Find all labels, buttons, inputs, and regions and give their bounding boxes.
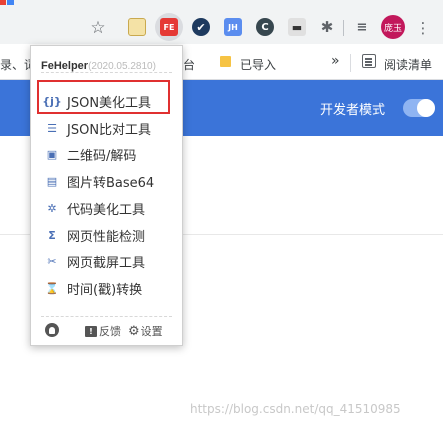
menu-item-label: JSON比对工具 <box>67 122 152 138</box>
menu-item-label: 网页性能检测 <box>67 229 146 245</box>
extension-check-icon[interactable]: ✔ <box>192 18 210 36</box>
feedback-label: 反馈 <box>99 325 121 338</box>
menu-item-label: 代码美化工具 <box>67 202 146 218</box>
extension-c-icon[interactable]: C <box>256 18 274 36</box>
menu-item-label: 时间(戳)转换 <box>67 282 143 298</box>
sigma-icon: Σ <box>48 228 56 242</box>
popup-title-divider <box>41 72 172 73</box>
tab-strip-fragment <box>0 0 14 5</box>
popup-app-name: FeHelper <box>41 60 89 72</box>
settings-label: 设置 <box>140 325 163 338</box>
annotation-highlight-box <box>37 80 170 114</box>
image-icon: ▤ <box>46 174 58 188</box>
browser-menu-icon[interactable]: ⋮ <box>413 18 433 38</box>
media-control-icon[interactable]: ≡ <box>353 18 371 36</box>
gear-small-icon: ✲ <box>47 201 57 215</box>
diff-lines-icon: ☰ <box>47 121 57 135</box>
hourglass-icon: ⌛ <box>45 281 59 295</box>
menu-item-label: 网页截屏工具 <box>67 255 146 271</box>
extension-jh-icon[interactable]: JH <box>224 18 242 36</box>
menu-item-image-base64[interactable]: ▤ 图片转Base64 <box>41 170 178 192</box>
reading-list-button[interactable]: 阅读清单 <box>384 56 432 73</box>
menu-item-code-beautify[interactable]: ✲ 代码美化工具 <box>41 197 178 219</box>
toolbar-divider <box>343 20 344 36</box>
menu-item-json-diff[interactable]: ☰ JSON比对工具 <box>41 117 178 139</box>
settings-link[interactable]: ⚙ 设置 <box>128 323 163 339</box>
bookmarks-more-chevron[interactable]: » <box>331 53 340 69</box>
qrcode-icon: ▣ <box>46 147 58 161</box>
bookmark-folder-imported[interactable]: 已导入 <box>240 56 276 73</box>
developer-mode-label: 开发者模式 <box>320 103 386 118</box>
extensions-puzzle-icon[interactable]: ✱ <box>318 18 336 36</box>
bookmark-item-tai[interactable]: 台 <box>183 56 195 73</box>
popup-version: (2020.05.2810) <box>88 61 156 72</box>
extension-car-icon[interactable]: ▬ <box>288 18 306 36</box>
feedback-icon: ! <box>85 325 97 337</box>
developer-mode-toggle[interactable] <box>403 99 435 117</box>
menu-item-qrcode[interactable]: ▣ 二维码/解码 <box>41 143 178 165</box>
menu-item-label: 二维码/解码 <box>67 148 137 164</box>
browser-toolbar: ☆ FE ✔ JH C ▬ ✱ ≡ 庞玉 ⋮ <box>0 0 443 44</box>
reading-list-icon <box>362 54 376 68</box>
feedback-link[interactable]: ! 反馈 <box>85 323 121 339</box>
extension-yellow-icon[interactable] <box>128 18 146 36</box>
bookmarks-divider <box>350 54 351 72</box>
toggle-knob <box>417 99 435 117</box>
watermark: https://blog.csdn.net/qq_41510985 <box>190 402 401 416</box>
profile-avatar[interactable]: 庞玉 <box>381 15 405 39</box>
menu-item-performance[interactable]: Σ 网页性能检测 <box>41 224 178 246</box>
menu-item-screenshot[interactable]: ✂ 网页截屏工具 <box>41 250 178 272</box>
menu-item-timestamp[interactable]: ⌛ 时间(戳)转换 <box>41 277 178 299</box>
folder-icon <box>220 56 231 67</box>
menu-item-label: 图片转Base64 <box>67 175 155 191</box>
bookmark-star-icon[interactable]: ☆ <box>88 18 108 38</box>
github-icon[interactable] <box>45 323 59 337</box>
popup-title: FeHelper(2020.05.2810) <box>41 54 156 73</box>
popup-footer-divider <box>41 316 172 317</box>
fehelper-extension-icon[interactable]: FE <box>160 18 178 36</box>
gear-icon: ⚙ <box>128 323 140 339</box>
scissors-icon: ✂ <box>47 254 57 268</box>
